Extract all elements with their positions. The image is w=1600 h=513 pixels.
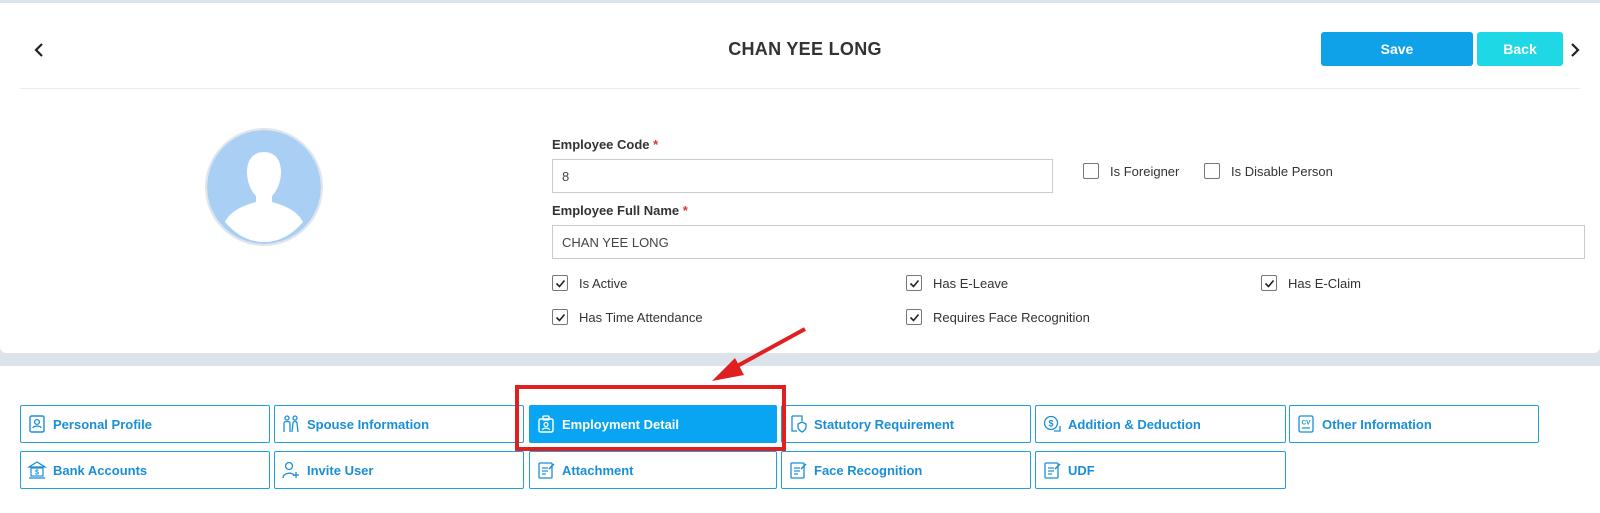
- check-icon: [555, 279, 565, 288]
- tab-bank-accounts[interactable]: $ Bank Accounts: [20, 451, 270, 489]
- tab-personal-profile[interactable]: Personal Profile: [20, 405, 270, 443]
- employee-header-card: CHAN YEE LONG Save Back Employee Code * …: [0, 3, 1600, 353]
- has-e-claim-label: Has E-Claim: [1288, 275, 1361, 291]
- tab-addition-deduction[interactable]: $ Addition & Deduction: [1035, 405, 1286, 443]
- add-user-icon: [280, 459, 302, 481]
- employee-full-name-label: Employee Full Name *: [552, 203, 688, 218]
- checkbox-box[interactable]: [906, 309, 922, 325]
- is-active-label: Is Active: [579, 275, 628, 291]
- has-e-leave-label: Has E-Leave: [933, 275, 1009, 291]
- has-e-leave-checkbox[interactable]: Has E-Leave: [906, 275, 1008, 291]
- is-disable-person-label: Is Disable Person: [1231, 163, 1333, 179]
- checkbox-box[interactable]: [1261, 275, 1277, 291]
- edit-document-icon: [535, 459, 557, 481]
- required-marker: *: [653, 137, 659, 152]
- tab-attachment[interactable]: Attachment: [529, 451, 777, 489]
- profile-icon: [26, 413, 48, 435]
- avatar-placeholder-icon: [207, 130, 321, 244]
- check-icon: [909, 279, 919, 288]
- is-foreigner-checkbox[interactable]: Is Foreigner: [1083, 163, 1179, 179]
- tab-label: Face Recognition: [814, 462, 923, 478]
- tab-label: Bank Accounts: [53, 462, 148, 478]
- checkbox-box[interactable]: [552, 275, 568, 291]
- money-icon: $: [1041, 413, 1063, 435]
- employee-code-input[interactable]: [552, 159, 1053, 193]
- chevron-right-icon: [1571, 43, 1580, 57]
- tab-label: Statutory Requirement: [814, 416, 955, 432]
- employee-code-label: Employee Code *: [552, 137, 658, 152]
- cv-icon: CV: [1295, 413, 1317, 435]
- svg-text:CV: CV: [1301, 420, 1311, 427]
- is-active-checkbox[interactable]: Is Active: [552, 275, 627, 291]
- employee-code-label-text: Employee Code: [552, 137, 650, 152]
- couple-icon: [280, 413, 302, 435]
- edit-document-icon: [1041, 459, 1063, 481]
- back-button[interactable]: Back: [1477, 32, 1563, 66]
- tab-label: Invite User: [307, 462, 374, 478]
- required-marker: *: [682, 203, 688, 218]
- requires-face-recognition-checkbox[interactable]: Requires Face Recognition: [906, 309, 1090, 325]
- requires-face-recognition-label: Requires Face Recognition: [933, 309, 1090, 325]
- is-foreigner-label: Is Foreigner: [1110, 163, 1180, 179]
- tab-label: Other Information: [1322, 416, 1432, 432]
- check-icon: [555, 313, 565, 322]
- tab-statutory-requirement[interactable]: Statutory Requirement: [781, 405, 1031, 443]
- tab-label: Addition & Deduction: [1068, 416, 1201, 432]
- employee-avatar[interactable]: [205, 128, 323, 246]
- next-record-button[interactable]: [1564, 39, 1586, 61]
- checkbox-box[interactable]: [906, 275, 922, 291]
- tab-label: Spouse Information: [307, 416, 430, 432]
- is-disable-person-checkbox[interactable]: Is Disable Person: [1204, 163, 1333, 179]
- highlight-box: [515, 385, 786, 451]
- checkbox-box[interactable]: [552, 309, 568, 325]
- tab-udf[interactable]: UDF: [1035, 451, 1286, 489]
- svg-text:$: $: [35, 470, 39, 477]
- has-e-claim-checkbox[interactable]: Has E-Claim: [1261, 275, 1361, 291]
- tab-face-recognition[interactable]: Face Recognition: [781, 451, 1031, 489]
- shield-document-icon: [787, 413, 809, 435]
- tab-spouse-information[interactable]: Spouse Information: [274, 405, 524, 443]
- check-icon: [909, 313, 919, 322]
- checkbox-box[interactable]: [1204, 163, 1220, 179]
- checkbox-box[interactable]: [1083, 163, 1099, 179]
- bank-icon: $: [26, 459, 48, 481]
- check-icon: [1264, 279, 1274, 288]
- has-time-attendance-checkbox[interactable]: Has Time Attendance: [552, 309, 703, 325]
- save-button[interactable]: Save: [1321, 32, 1473, 66]
- svg-text:$: $: [1048, 419, 1053, 429]
- tab-label: UDF: [1068, 462, 1095, 478]
- tab-label: Attachment: [562, 462, 634, 478]
- edit-document-icon: [787, 459, 809, 481]
- tab-label: Personal Profile: [53, 416, 152, 432]
- employee-full-name-label-text: Employee Full Name: [552, 203, 680, 218]
- employee-full-name-input[interactable]: [552, 225, 1585, 259]
- tab-invite-user[interactable]: Invite User: [274, 451, 524, 489]
- tab-other-information[interactable]: CV Other Information: [1289, 405, 1539, 443]
- has-time-attendance-label: Has Time Attendance: [579, 309, 703, 325]
- page-header: CHAN YEE LONG Save Back: [20, 3, 1580, 89]
